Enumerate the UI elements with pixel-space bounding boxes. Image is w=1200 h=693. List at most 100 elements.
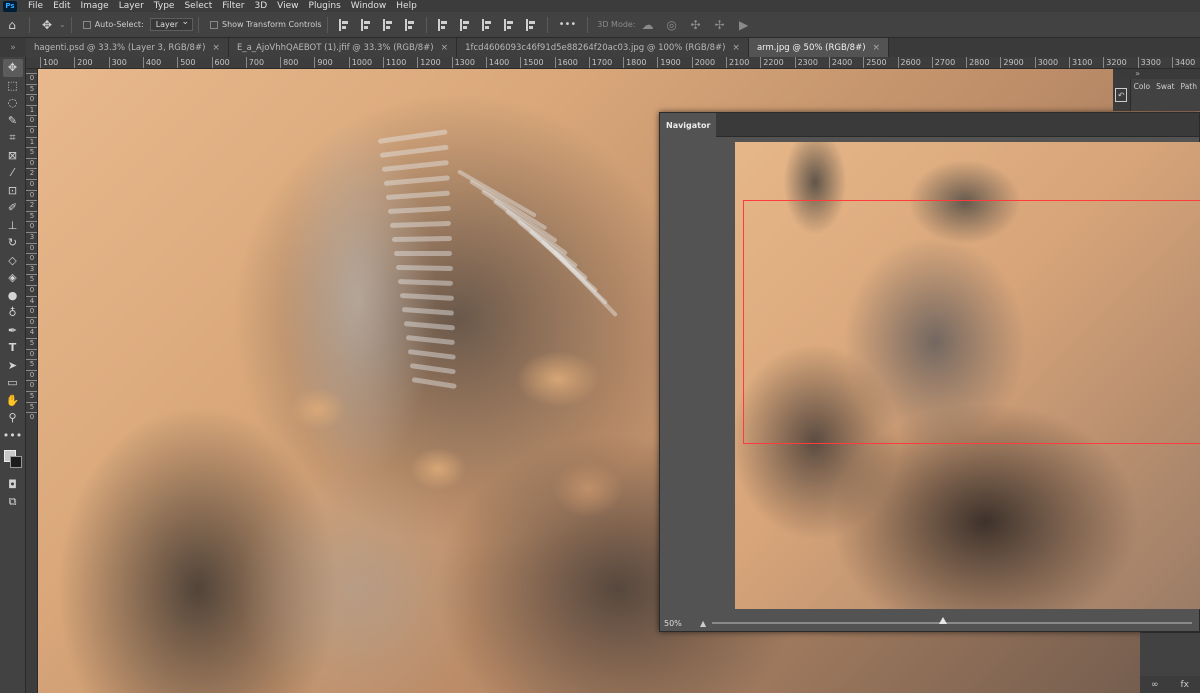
menu-type[interactable]: Type: [149, 0, 180, 12]
background-color-swatch[interactable]: [9, 456, 22, 468]
drag-3d-icon[interactable]: ✣: [688, 17, 704, 33]
right-panels-collapse-icon[interactable]: »: [1113, 69, 1200, 79]
distribute-bottom-icon[interactable]: [481, 18, 492, 31]
tab-color[interactable]: Colo: [1131, 79, 1154, 111]
align-top-icon[interactable]: [404, 18, 415, 31]
tab-swatches[interactable]: Swat: [1153, 79, 1177, 111]
tab-e-a-ajovhhqaebot[interactable]: E_a_AjoVhhQAEBOT (1).jfif @ 33.3% (RGB/8…: [228, 38, 458, 57]
eyedropper-tool-icon[interactable]: ⁄: [3, 164, 23, 182]
artwork-stroke: [397, 279, 454, 286]
brush-tool-icon[interactable]: ✐: [3, 199, 23, 217]
ruler-label: 1: [26, 104, 37, 114]
slide-3d-icon[interactable]: ✢: [712, 17, 728, 33]
menu-image[interactable]: Image: [76, 0, 114, 12]
link-layers-icon[interactable]: ∞: [1151, 680, 1159, 690]
menu-layer[interactable]: Layer: [114, 0, 149, 12]
tools-panel: ✥ ⬚ ◌ ✎ ⌗ ⊠ ⁄ ⊡ ✐ ⊥ ↻ ◇ ◈ ● ♁ ✒ T ➤ ▭ ✋ …: [0, 57, 26, 693]
auto-select-checkbox[interactable]: [82, 20, 91, 29]
zoom-tool-icon[interactable]: ⚲: [3, 409, 23, 427]
home-icon[interactable]: ⌂: [4, 17, 20, 33]
history-brush-tool-icon[interactable]: ↻: [3, 234, 23, 252]
navigator-thumbnail[interactable]: [735, 142, 1200, 609]
ruler-label: 1400: [485, 57, 509, 68]
close-icon[interactable]: ×: [732, 43, 740, 53]
frame-tool-icon[interactable]: ⊠: [3, 147, 23, 165]
layer-effects-icon[interactable]: fx: [1181, 680, 1190, 690]
history-icon[interactable]: ↶: [1115, 88, 1128, 102]
artwork-stroke: [411, 377, 457, 389]
menu-file[interactable]: File: [23, 0, 48, 12]
navigator-zoom-slider[interactable]: [712, 617, 1193, 624]
close-icon[interactable]: ×: [212, 43, 220, 53]
video-camera-icon[interactable]: ▶: [736, 17, 752, 33]
divider: [546, 16, 548, 33]
distribute-left-icon[interactable]: [503, 18, 514, 31]
artwork-stroke: [385, 190, 451, 200]
eraser-tool-icon[interactable]: ◇: [3, 252, 23, 270]
type-tool-icon[interactable]: T: [3, 339, 23, 357]
quick-selection-tool-icon[interactable]: ✎: [3, 112, 23, 130]
align-left-icon[interactable]: [338, 18, 349, 31]
ruler-label: 100: [40, 57, 58, 68]
close-icon[interactable]: ×: [873, 43, 881, 53]
tab-paths[interactable]: Path: [1178, 79, 1200, 111]
zoom-slider-handle[interactable]: [938, 617, 947, 624]
move-tool-preset-icon[interactable]: ✥: [39, 17, 55, 33]
marquee-tool-icon[interactable]: ⬚: [3, 77, 23, 95]
ruler-label: 500: [177, 57, 195, 68]
screen-mode-icon[interactable]: ⧉: [3, 494, 23, 512]
menu-filter[interactable]: Filter: [217, 0, 249, 12]
menu-edit[interactable]: Edit: [48, 0, 75, 12]
tab-1fcd4606[interactable]: 1fcd4606093c46f91d5e88264f20ac03.jpg @ 1…: [457, 38, 749, 57]
ruler-label: 0: [26, 306, 37, 315]
navigator-panel-header: Navigator: [660, 113, 1199, 137]
clone-stamp-tool-icon[interactable]: ⊥: [3, 217, 23, 235]
distribute-middle-icon[interactable]: [459, 18, 470, 31]
orbit-3d-icon[interactable]: ☁: [640, 17, 656, 33]
close-icon[interactable]: ×: [441, 43, 449, 53]
pen-tool-icon[interactable]: ✒: [3, 322, 23, 340]
chevron-down-icon[interactable]: ⌄: [59, 20, 66, 29]
rectangle-tool-icon[interactable]: ▭: [3, 374, 23, 392]
auto-select-dropdown[interactable]: Layer: [149, 17, 193, 31]
align-center-icon[interactable]: [360, 18, 371, 31]
menu-help[interactable]: Help: [391, 0, 422, 12]
menu-select[interactable]: Select: [179, 0, 217, 12]
edit-toolbar-icon[interactable]: •••: [3, 427, 23, 445]
show-transform-checkbox[interactable]: [210, 20, 218, 29]
color-swatches[interactable]: [2, 448, 24, 470]
tab-hagenti[interactable]: hagenti.psd @ 33.3% (Layer 3, RGB/8#) ×: [26, 38, 229, 57]
blur-tool-icon[interactable]: ●: [3, 287, 23, 305]
path-selection-tool-icon[interactable]: ➤: [3, 357, 23, 375]
align-right-icon[interactable]: [382, 18, 393, 31]
ruler-label: 0: [26, 369, 37, 379]
lasso-tool-icon[interactable]: ◌: [3, 94, 23, 112]
menu-view[interactable]: View: [272, 0, 303, 12]
healing-brush-tool-icon[interactable]: ⊡: [3, 182, 23, 200]
move-tool-icon[interactable]: ✥: [2, 59, 23, 77]
menu-plugins[interactable]: Plugins: [304, 0, 346, 12]
tab-arm[interactable]: arm.jpg @ 50% (RGB/8#) ×: [748, 38, 890, 57]
roll-3d-icon[interactable]: ◎: [664, 17, 680, 33]
hand-tool-icon[interactable]: ✋: [3, 392, 23, 410]
navigator-view-proxy[interactable]: [743, 200, 1200, 444]
toolbar-collapse-icon[interactable]: »: [0, 38, 26, 57]
menu-3d[interactable]: 3D: [250, 0, 273, 12]
navigator-zoom-value[interactable]: 50%: [660, 619, 700, 628]
quick-mask-icon[interactable]: ◘: [3, 476, 23, 494]
dodge-tool-icon[interactable]: ♁: [3, 304, 23, 322]
artwork-stroke: [405, 335, 455, 346]
ruler-label: 5: [26, 274, 37, 283]
zoom-out-icon[interactable]: ▲: [700, 619, 706, 628]
ruler-label: 1700: [588, 57, 612, 68]
history-panel-strip: ↶: [1113, 79, 1131, 111]
crop-tool-icon[interactable]: ⌗: [3, 129, 23, 147]
tab-navigator[interactable]: Navigator: [660, 113, 717, 137]
distribute-right-icon[interactable]: [525, 18, 536, 31]
distribute-top-icon[interactable]: [437, 18, 448, 31]
menu-window[interactable]: Window: [346, 0, 392, 12]
divider: [29, 16, 30, 33]
navigator-footer: 50% ▲: [660, 613, 1200, 633]
paint-bucket-tool-icon[interactable]: ◈: [3, 269, 23, 287]
more-options-icon[interactable]: •••: [559, 19, 577, 30]
